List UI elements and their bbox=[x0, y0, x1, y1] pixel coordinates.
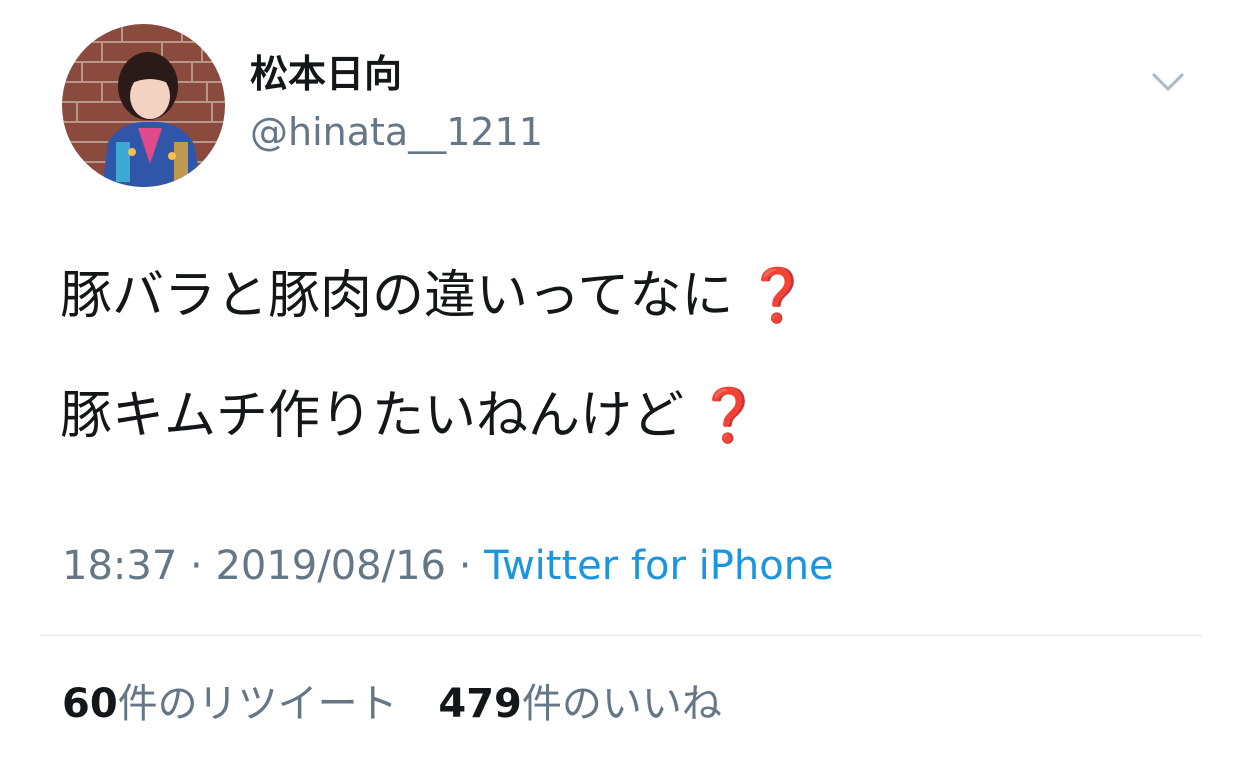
tweet-source-link[interactable]: Twitter for iPhone bbox=[484, 543, 834, 589]
likes-stat[interactable]: 479件のいいね bbox=[438, 681, 722, 727]
meta-separator: · bbox=[177, 543, 216, 589]
divider bbox=[40, 635, 1202, 636]
tweet-line: 豚キムチ作りたいねんけど ❓ bbox=[60, 382, 1200, 450]
like-count: 479 bbox=[438, 681, 522, 727]
avatar[interactable] bbox=[62, 24, 225, 187]
retweet-count: 60 bbox=[62, 681, 118, 727]
tweet-text: 豚バラと豚肉の違いってなに ❓ 豚キムチ作りたいねんけど ❓ bbox=[60, 262, 1200, 450]
tweet-date[interactable]: 2019/08/16 bbox=[215, 543, 446, 589]
tweet-line: 豚バラと豚肉の違いってなに ❓ bbox=[60, 262, 1200, 330]
tweet-meta: 18:37 · 2019/08/16 · Twitter for iPhone bbox=[62, 540, 834, 592]
question-mark-icon: ❓ bbox=[696, 386, 761, 446]
retweet-label: 件のリツイート bbox=[117, 681, 398, 727]
meta-separator: · bbox=[445, 543, 485, 589]
chevron-down-icon[interactable] bbox=[1148, 62, 1188, 102]
user-handle[interactable]: @hinata__1211 bbox=[250, 108, 543, 156]
retweets-stat[interactable]: 60件のリツイート bbox=[62, 681, 398, 727]
tweet-time[interactable]: 18:37 bbox=[62, 543, 177, 589]
question-mark-icon: ❓ bbox=[745, 266, 811, 326]
profile-photo bbox=[62, 24, 225, 187]
like-label: 件のいいね bbox=[521, 681, 722, 727]
tweet-stats: 60件のリツイート 479件のいいね bbox=[62, 678, 750, 730]
tweet-line-text: 豚キムチ作りたいねんけど bbox=[60, 386, 685, 446]
display-name[interactable]: 松本日向 bbox=[250, 50, 402, 98]
tweet-line-text: 豚バラと豚肉の違いってなに bbox=[60, 266, 734, 326]
